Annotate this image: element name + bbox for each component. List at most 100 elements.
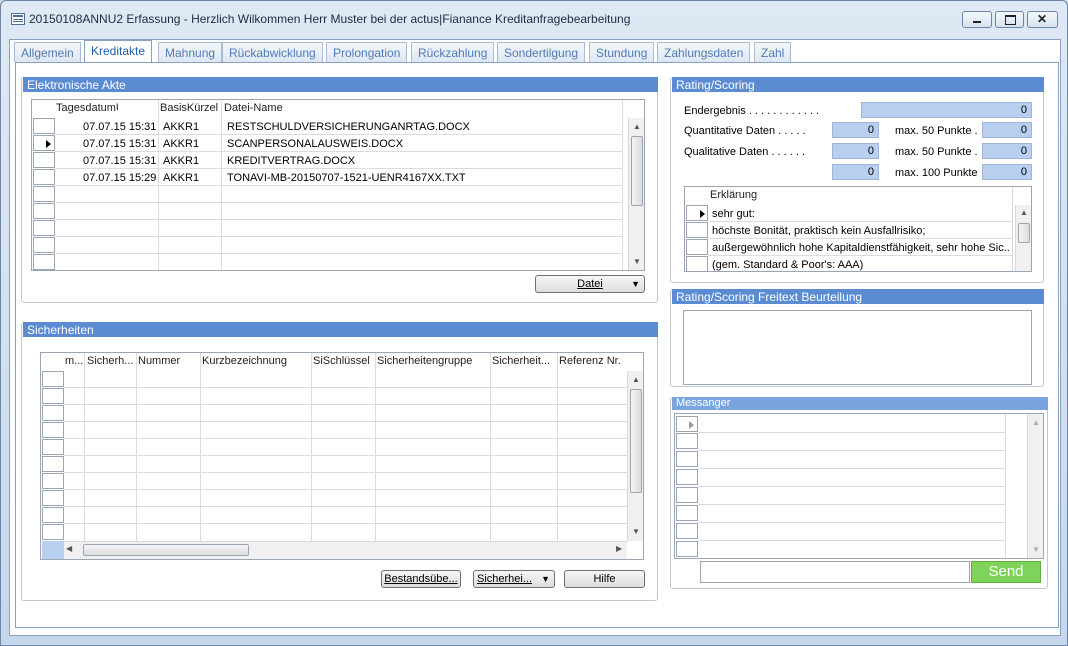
freitext-textarea[interactable]	[683, 310, 1032, 385]
table-cell[interactable]: TONAVI-MB-20150707-1521-UENR4167XX.TXT	[224, 172, 620, 184]
scroll-up-icon[interactable]: ▲	[629, 120, 644, 134]
scroll-thumb[interactable]	[631, 136, 643, 206]
tab-kreditakte[interactable]: Kreditakte	[84, 40, 153, 62]
row-selector[interactable]	[676, 541, 698, 557]
row-selector[interactable]	[42, 405, 64, 421]
row-selector[interactable]	[676, 451, 698, 467]
scroll-up-icon[interactable]: ▲	[1016, 206, 1031, 220]
table-cell[interactable]: 07.07.15 15:29	[80, 172, 158, 184]
scroll-down-icon[interactable]: ▼	[1028, 543, 1043, 557]
quantitative-max-field[interactable]: 0	[982, 122, 1032, 138]
quantitative-field[interactable]: 0	[832, 122, 879, 138]
sicherheiten-vertical-scrollbar[interactable]: ▲ ▼	[627, 371, 643, 541]
col-header[interactable]: Erklärung	[708, 187, 1008, 203]
row-selector[interactable]	[33, 152, 55, 168]
table-cell[interactable]: 07.07.15 15:31	[80, 138, 158, 150]
tab-rueckzahlung[interactable]: Rückzahlung	[411, 42, 495, 62]
row-selector[interactable]	[686, 222, 708, 238]
row-selector[interactable]	[686, 256, 708, 271]
sicherheiten-horizontal-scrollbar[interactable]: ◀ ▶	[64, 541, 627, 559]
endergebnis-field[interactable]: 0	[861, 102, 1032, 118]
row-selector[interactable]	[42, 473, 64, 489]
col-header[interactable]: m...	[63, 353, 85, 369]
row-selector[interactable]	[676, 505, 698, 521]
table-cell[interactable]: SCANPERSONALAUSWEIS.DOCX	[224, 138, 620, 150]
erklaerung-row[interactable]: (gem. Standard & Poor's: AAA)	[709, 259, 1009, 271]
row-selector[interactable]	[42, 507, 64, 523]
row-selector[interactable]	[42, 490, 64, 506]
row-selector[interactable]	[42, 422, 64, 438]
tab-prolongation[interactable]: Prolongation	[326, 42, 408, 62]
scroll-left-icon[interactable]: ◀	[66, 544, 72, 553]
scroll-thumb[interactable]	[83, 544, 249, 556]
scroll-up-icon[interactable]: ▲	[628, 373, 643, 387]
scroll-down-icon[interactable]: ▼	[628, 525, 643, 539]
tab-sondertilgung[interactable]: Sondertilgung	[497, 42, 586, 62]
col-header[interactable]: Datei-Name	[222, 100, 422, 116]
table-cell[interactable]: 07.07.15 15:31	[80, 155, 158, 167]
row-selector[interactable]	[33, 203, 55, 219]
scroll-thumb[interactable]	[1018, 223, 1030, 243]
hilfe-button[interactable]: Hilfe	[564, 570, 645, 588]
message-input[interactable]	[700, 561, 970, 583]
col-header[interactable]: SiSchlüssel	[311, 353, 375, 369]
bestandsuebersicht-button[interactable]: Bestandsübe...	[381, 570, 461, 588]
erklaerung-row[interactable]: höchste Bonität, praktisch kein Ausfallr…	[709, 225, 1009, 237]
row-selector[interactable]	[33, 237, 55, 253]
row-selector[interactable]	[33, 220, 55, 236]
scroll-right-icon[interactable]: ▶	[616, 544, 622, 553]
col-header[interactable]: Sicherheit...	[490, 353, 557, 369]
row-selector[interactable]	[33, 254, 55, 270]
row-selector[interactable]	[33, 135, 55, 151]
tab-zahl[interactable]: Zahl	[754, 42, 792, 62]
scroll-up-icon[interactable]: ▲	[1028, 416, 1043, 430]
table-cell[interactable]: 07.07.15 15:31	[80, 121, 158, 133]
row-selector[interactable]	[42, 388, 64, 404]
row-selector[interactable]	[42, 456, 64, 472]
sum-field[interactable]: 0	[832, 164, 879, 180]
table-cell[interactable]: KREDITVERTRAG.DOCX	[224, 155, 620, 167]
messanger-vertical-scrollbar[interactable]: ▲ ▼	[1027, 414, 1043, 558]
send-button[interactable]: Send	[971, 561, 1041, 583]
row-selector[interactable]	[676, 523, 698, 539]
row-selector[interactable]	[42, 439, 64, 455]
table-cell[interactable]: AKKR1	[160, 121, 220, 133]
row-selector[interactable]	[686, 205, 708, 221]
col-header[interactable]: TagesdatumUhrzeit	[54, 100, 118, 116]
table-cell[interactable]: AKKR1	[160, 138, 220, 150]
tab-allgemein[interactable]: Allgemein	[14, 42, 81, 62]
row-selector[interactable]	[42, 524, 64, 540]
akte-vertical-scrollbar[interactable]: ▲ ▼	[628, 118, 644, 270]
col-header[interactable]: BasisKürzel	[158, 100, 220, 116]
row-selector[interactable]	[33, 118, 55, 134]
erklaerung-row[interactable]: außergewöhnlich hohe Kapitaldienstfähigk…	[709, 242, 1009, 254]
row-selector[interactable]	[42, 371, 64, 387]
sum-max-field[interactable]: 0	[982, 164, 1032, 180]
table-cell[interactable]: AKKR1	[160, 155, 220, 167]
tab-rueckabwicklung[interactable]: Rückabwicklung	[222, 42, 323, 62]
maximize-button[interactable]	[995, 11, 1024, 28]
sicherheiten-menu-button[interactable]: Sicherhei... ▼	[473, 570, 555, 588]
scroll-thumb[interactable]	[630, 389, 642, 493]
scroll-down-icon[interactable]: ▼	[629, 255, 644, 269]
row-selector[interactable]	[33, 169, 55, 185]
row-selector[interactable]	[676, 469, 698, 485]
close-button[interactable]	[1027, 11, 1058, 28]
row-selector[interactable]	[676, 416, 698, 432]
col-header[interactable]: Sicherh...	[85, 353, 136, 369]
erklaerung-vertical-scrollbar[interactable]: ▲	[1015, 205, 1031, 271]
col-header[interactable]: Referenz Nr.	[557, 353, 627, 369]
row-selector[interactable]	[686, 239, 708, 255]
qualitative-max-field[interactable]: 0	[982, 143, 1032, 159]
minimize-button[interactable]	[962, 11, 992, 28]
table-cell[interactable]: RESTSCHULDVERSICHERUNGANRTAG.DOCX	[224, 121, 620, 133]
col-header[interactable]: Sicherheitengruppe	[375, 353, 490, 369]
tab-mahnung[interactable]: Mahnung	[158, 42, 223, 62]
datei-button[interactable]: Datei ▼	[535, 275, 645, 293]
row-selector[interactable]	[676, 487, 698, 503]
tab-stundung[interactable]: Stundung	[589, 42, 655, 62]
erklaerung-row[interactable]: sehr gut:	[709, 208, 1009, 220]
col-header[interactable]: Nummer	[136, 353, 200, 369]
tab-zahlungsdaten[interactable]: Zahlungsdaten	[657, 42, 751, 62]
qualitative-field[interactable]: 0	[832, 143, 879, 159]
